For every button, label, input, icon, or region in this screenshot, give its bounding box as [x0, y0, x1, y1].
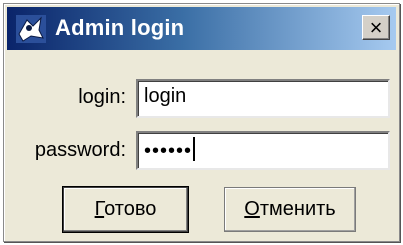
- window-title: Admin login: [55, 15, 185, 40]
- login-input[interactable]: login: [136, 79, 390, 118]
- password-label: password:: [34, 139, 126, 161]
- admin-login-dialog: Admin login × login: login password: •••…: [3, 3, 400, 242]
- cancel-accelerator: О: [244, 198, 260, 220]
- login-label: login:: [78, 86, 126, 108]
- cancel-label-rest: тменить: [259, 198, 336, 220]
- cancel-button-label: Отменить: [244, 198, 335, 221]
- app-icon: [16, 15, 46, 43]
- ok-button[interactable]: Готово: [63, 187, 188, 232]
- close-button[interactable]: ×: [362, 15, 390, 40]
- password-input[interactable]: ••••••: [136, 131, 390, 170]
- password-masked-value: ••••••: [144, 140, 193, 162]
- ok-button-label: Готово: [95, 198, 157, 221]
- title-bar[interactable]: Admin login ×: [7, 7, 396, 50]
- cancel-button[interactable]: Отменить: [224, 187, 356, 232]
- ok-label-rest: отово: [104, 198, 157, 220]
- login-input-value: login: [144, 85, 187, 107]
- ok-accelerator: Г: [94, 198, 105, 220]
- close-icon: ×: [369, 14, 383, 40]
- text-caret: [193, 137, 196, 161]
